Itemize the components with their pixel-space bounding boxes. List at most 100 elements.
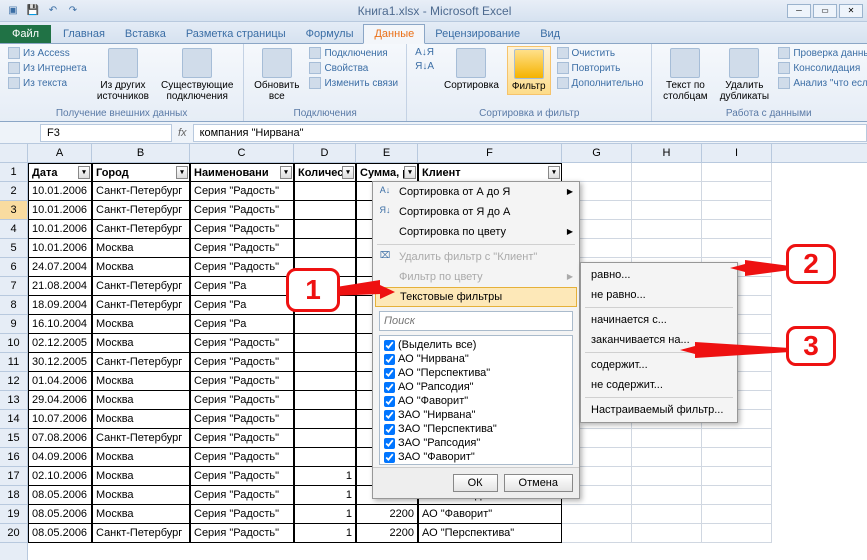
redo-icon[interactable]: ↷ bbox=[64, 2, 82, 20]
cell[interactable]: 07.08.2006 bbox=[28, 429, 92, 448]
refresh-all-button[interactable]: Обновить все bbox=[250, 46, 303, 104]
cell[interactable] bbox=[562, 505, 632, 524]
close-button[interactable]: ✕ bbox=[839, 4, 863, 18]
filter-button[interactable]: Фильтр bbox=[507, 46, 551, 95]
cell[interactable] bbox=[294, 334, 356, 353]
row-header[interactable]: 5 bbox=[0, 239, 27, 258]
sort-desc-item[interactable]: Я↓Сортировка от Я до А bbox=[373, 202, 579, 222]
cell[interactable] bbox=[294, 220, 356, 239]
tab-home[interactable]: Главная bbox=[53, 25, 115, 43]
cell[interactable]: 2200 bbox=[356, 505, 418, 524]
filter-value-item[interactable]: компания "Нирвана" bbox=[382, 464, 570, 465]
cell[interactable]: Москва bbox=[92, 372, 190, 391]
row-header[interactable]: 15 bbox=[0, 429, 27, 448]
checkbox[interactable] bbox=[384, 382, 395, 393]
cell[interactable]: Санкт-Петербург bbox=[92, 353, 190, 372]
cell[interactable]: 1 bbox=[294, 524, 356, 543]
cell[interactable]: Санкт-Петербург bbox=[92, 429, 190, 448]
row-header[interactable]: 2 bbox=[0, 182, 27, 201]
data-validation-button[interactable]: Проверка данных bbox=[776, 46, 867, 60]
row-header[interactable]: 18 bbox=[0, 486, 27, 505]
cell[interactable]: Серия "Радость" bbox=[190, 258, 294, 277]
tab-layout[interactable]: Разметка страницы bbox=[176, 25, 296, 43]
cell[interactable] bbox=[632, 220, 702, 239]
text-to-columns-button[interactable]: Текст по столбцам bbox=[658, 46, 712, 104]
row-header[interactable]: 1 bbox=[0, 163, 27, 182]
cell[interactable]: 1 bbox=[294, 505, 356, 524]
whatif-button[interactable]: Анализ "что если" bbox=[776, 76, 867, 90]
cell[interactable] bbox=[702, 239, 772, 258]
cell[interactable] bbox=[702, 486, 772, 505]
column-header[interactable]: C bbox=[190, 144, 294, 162]
cell[interactable]: Москва bbox=[92, 391, 190, 410]
cell[interactable]: 10.07.2006 bbox=[28, 410, 92, 429]
cell[interactable] bbox=[702, 524, 772, 543]
cell[interactable] bbox=[562, 524, 632, 543]
cell[interactable]: Москва bbox=[92, 258, 190, 277]
cell[interactable]: 24.07.2004 bbox=[28, 258, 92, 277]
header-cell[interactable] bbox=[632, 163, 702, 182]
cell[interactable] bbox=[294, 239, 356, 258]
text-filters-item[interactable]: Текстовые фильтры▶ bbox=[375, 287, 577, 307]
tab-insert[interactable]: Вставка bbox=[115, 25, 176, 43]
row-header[interactable]: 11 bbox=[0, 353, 27, 372]
row-header[interactable]: 16 bbox=[0, 448, 27, 467]
cell[interactable]: Москва bbox=[92, 334, 190, 353]
cell[interactable]: Москва bbox=[92, 467, 190, 486]
header-cell[interactable]: Город▾ bbox=[92, 163, 190, 182]
cell[interactable] bbox=[294, 391, 356, 410]
select-all-corner[interactable] bbox=[0, 144, 27, 163]
cell[interactable] bbox=[632, 182, 702, 201]
column-header[interactable]: F bbox=[418, 144, 562, 162]
header-cell[interactable]: Количест▾ bbox=[294, 163, 356, 182]
row-header[interactable]: 19 bbox=[0, 505, 27, 524]
row-header[interactable]: 14 bbox=[0, 410, 27, 429]
filter-values-list[interactable]: (Выделить все) АО "Нирвана"АО "Перспекти… bbox=[379, 335, 573, 465]
ends-with-item[interactable]: заканчивается на... bbox=[581, 330, 737, 350]
cell[interactable]: Серия "Радость" bbox=[190, 391, 294, 410]
connections-button[interactable]: Подключения bbox=[307, 46, 400, 60]
column-header[interactable]: I bbox=[702, 144, 772, 162]
sort-asc-item[interactable]: А↓Сортировка от А до Я bbox=[373, 182, 579, 202]
filter-value-item[interactable]: ЗАО "Перспектива" bbox=[382, 422, 570, 436]
not-equals-item[interactable]: не равно... bbox=[581, 285, 737, 305]
cell[interactable] bbox=[294, 182, 356, 201]
minimize-button[interactable]: ─ bbox=[787, 4, 811, 18]
cell[interactable]: Серия "Радость" bbox=[190, 353, 294, 372]
not-contains-item[interactable]: не содержит... bbox=[581, 375, 737, 395]
cell[interactable]: 10.01.2006 bbox=[28, 239, 92, 258]
name-box[interactable] bbox=[40, 124, 172, 142]
row-header[interactable]: 4 bbox=[0, 220, 27, 239]
cell[interactable] bbox=[632, 486, 702, 505]
cell[interactable]: Серия "Радость" bbox=[190, 467, 294, 486]
sort-button[interactable]: Сортировка bbox=[440, 46, 503, 93]
from-text-button[interactable]: Из текста bbox=[6, 76, 89, 90]
header-cell[interactable]: Наименовани▾ bbox=[190, 163, 294, 182]
cell[interactable]: Москва bbox=[92, 239, 190, 258]
row-header[interactable]: 20 bbox=[0, 524, 27, 543]
sort-color-item[interactable]: Сортировка по цвету▶ bbox=[373, 222, 579, 242]
filter-dropdown-icon[interactable]: ▾ bbox=[176, 166, 188, 179]
checkbox[interactable] bbox=[384, 396, 395, 407]
cell[interactable]: Серия "Радость" bbox=[190, 201, 294, 220]
column-header[interactable]: E bbox=[356, 144, 418, 162]
row-header[interactable]: 13 bbox=[0, 391, 27, 410]
other-sources-button[interactable]: Из других источников bbox=[93, 46, 154, 104]
tab-review[interactable]: Рецензирование bbox=[425, 25, 530, 43]
cell[interactable]: Санкт-Петербург bbox=[92, 277, 190, 296]
cell[interactable]: 01.04.2006 bbox=[28, 372, 92, 391]
cell[interactable]: 2200 bbox=[356, 524, 418, 543]
row-header[interactable]: 8 bbox=[0, 296, 27, 315]
properties-button[interactable]: Свойства bbox=[307, 61, 400, 75]
filter-dropdown-icon[interactable]: ▾ bbox=[280, 166, 292, 179]
row-header[interactable]: 9 bbox=[0, 315, 27, 334]
checkbox[interactable] bbox=[384, 424, 395, 435]
checkbox[interactable] bbox=[384, 410, 395, 421]
filter-search-input[interactable] bbox=[379, 311, 573, 331]
filter-value-item[interactable]: ЗАО "Рапсодия" bbox=[382, 436, 570, 450]
checkbox[interactable] bbox=[384, 368, 395, 379]
header-cell[interactable]: Клиент▾ bbox=[418, 163, 562, 182]
cell[interactable]: Серия "Радость" bbox=[190, 334, 294, 353]
cell[interactable]: АО "Фаворит" bbox=[418, 505, 562, 524]
cell[interactable]: Серия "Радость" bbox=[190, 486, 294, 505]
